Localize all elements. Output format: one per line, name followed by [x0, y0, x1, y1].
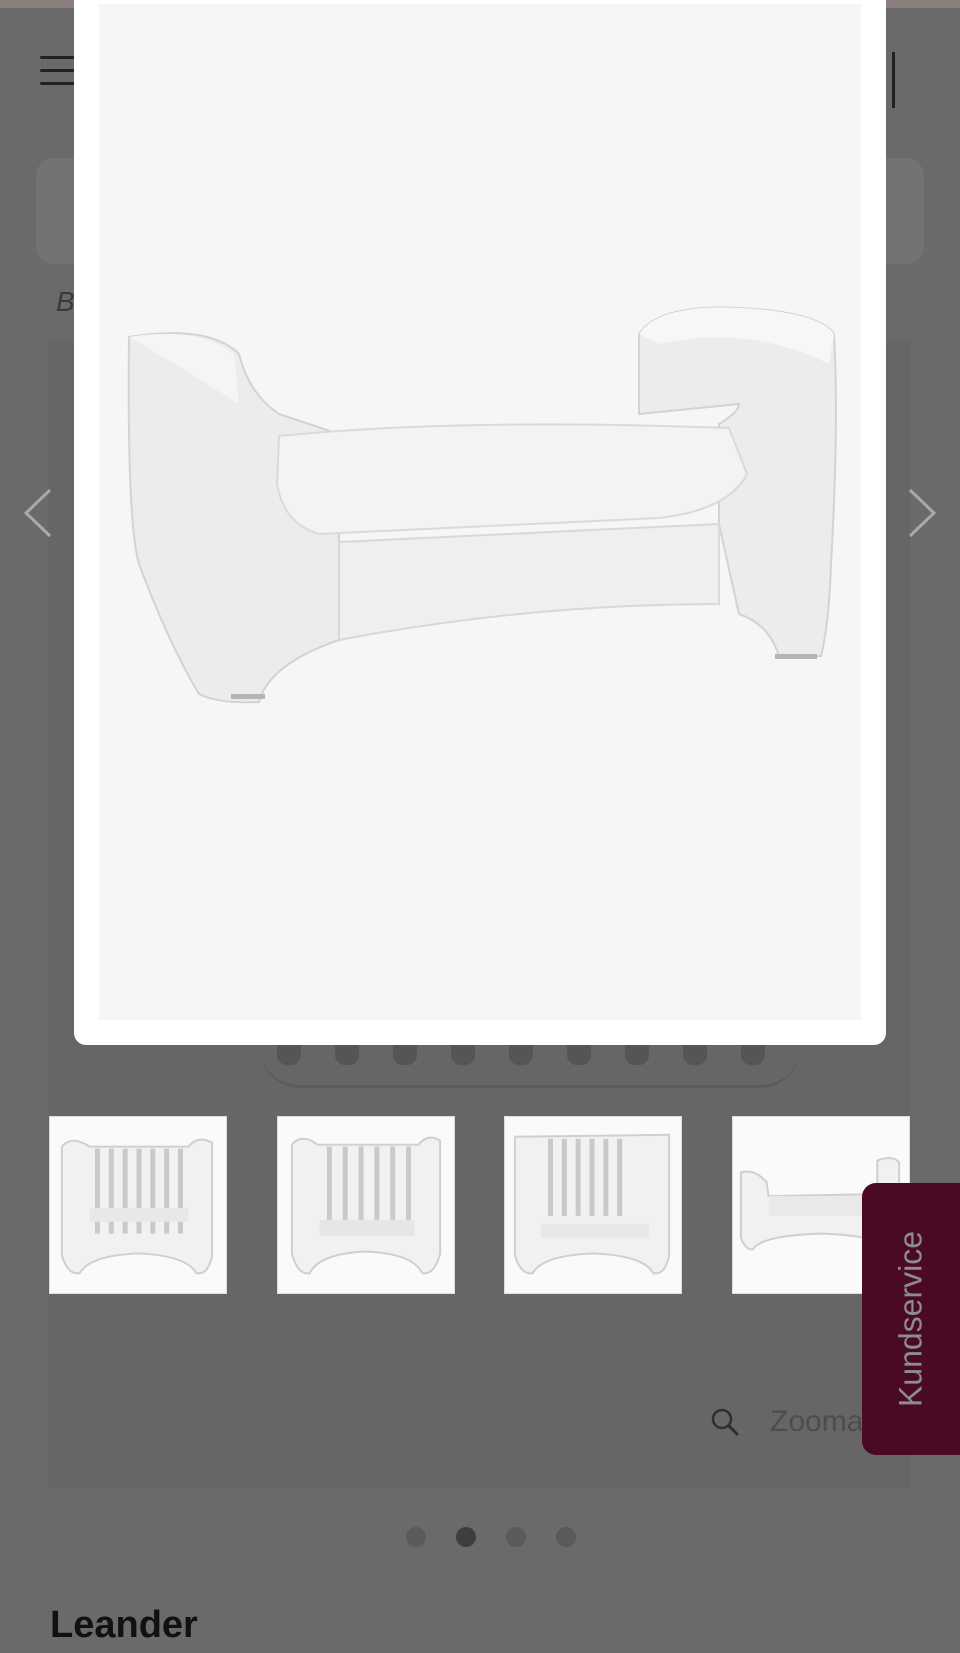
- junior-bed-image: [127, 306, 837, 704]
- product-title: Leander: [50, 1604, 198, 1646]
- magnifier-icon: [711, 1408, 740, 1437]
- breadcrumb[interactable]: B: [56, 286, 75, 318]
- close-icon[interactable]: [860, 0, 884, 6]
- pagination-dot[interactable]: [406, 1527, 426, 1547]
- chevron-right-icon[interactable]: [906, 486, 940, 540]
- pagination-dot[interactable]: [506, 1527, 526, 1547]
- gallery-main-image: [260, 1045, 800, 1088]
- pagination-dot-active[interactable]: [456, 1527, 476, 1547]
- customer-service-tab[interactable]: Kundservice: [862, 1183, 960, 1455]
- customer-service-label: Kundservice: [892, 1230, 929, 1408]
- hamburger-menu-icon[interactable]: [40, 56, 76, 86]
- zoom-button[interactable]: Zooma: [710, 1402, 863, 1442]
- chevron-left-icon[interactable]: [20, 486, 54, 540]
- thumbnail-2[interactable]: [277, 1116, 455, 1294]
- lightbox-image: [99, 4, 861, 1020]
- pagination-dot[interactable]: [556, 1527, 576, 1547]
- thumbnail-1[interactable]: [49, 1116, 227, 1294]
- thumbnail-3[interactable]: [504, 1116, 682, 1294]
- thumbnail-strip: [49, 1116, 911, 1294]
- zoom-label: Zooma: [770, 1405, 864, 1438]
- image-lightbox: [74, 0, 886, 1045]
